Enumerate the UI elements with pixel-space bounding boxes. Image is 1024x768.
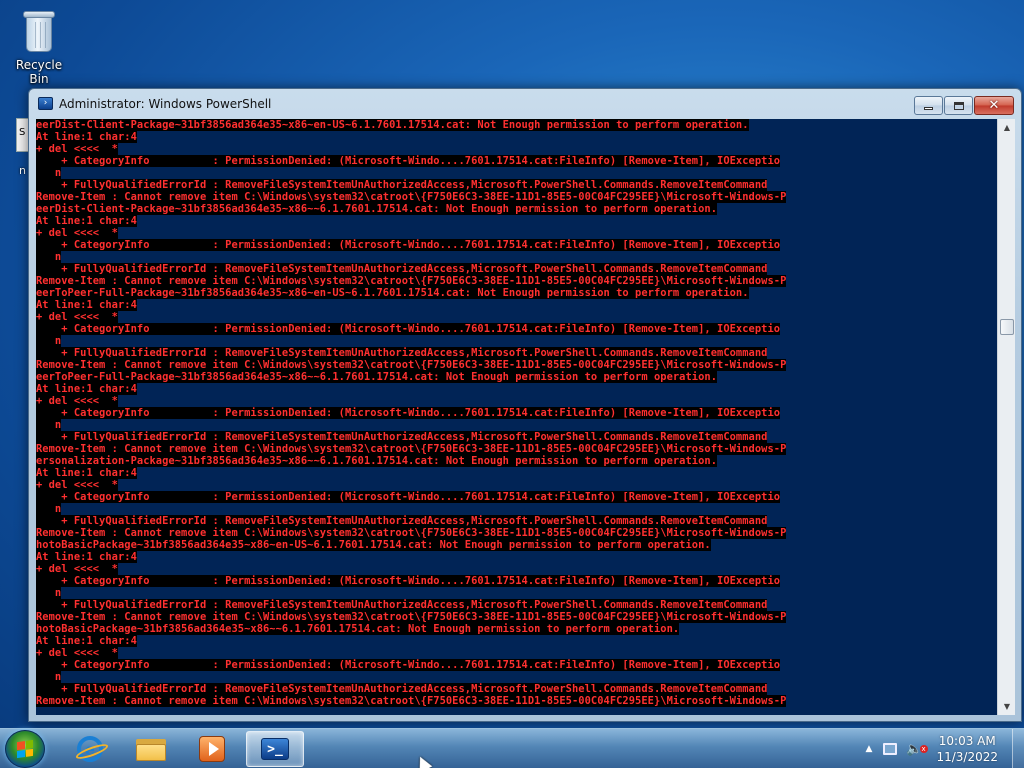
console-line: + CategoryInfo : PermissionDenied: (Micr… <box>36 323 781 335</box>
console-line: n <box>36 167 62 179</box>
start-button[interactable] <box>5 730 45 768</box>
minimize-icon <box>924 107 933 110</box>
recycle-bin-icon <box>19 6 59 54</box>
network-icon[interactable] <box>882 741 898 757</box>
console-line: hotoBasicPackage~31bf3856ad364e35~x86~~6… <box>36 623 680 635</box>
mute-mark-icon: x <box>919 744 928 753</box>
console-line: + CategoryInfo : PermissionDenied: (Micr… <box>36 239 781 251</box>
console-line: + CategoryInfo : PermissionDenied: (Micr… <box>36 491 781 503</box>
console-line: At line:1 char:4 <box>36 131 137 143</box>
windows-logo-icon <box>17 739 33 759</box>
console-line: Remove-Item : Cannot remove item C:\Wind… <box>36 611 787 623</box>
console-line: + CategoryInfo : PermissionDenied: (Micr… <box>36 659 781 671</box>
powershell-icon: >_ <box>261 738 289 760</box>
console-line: + FullyQualifiedErrorId : RemoveFileSyst… <box>36 347 768 359</box>
close-icon: ✕ <box>988 98 1000 113</box>
console-line: + FullyQualifiedErrorId : RemoveFileSyst… <box>36 599 768 611</box>
scrollbar-thumb[interactable] <box>1000 319 1014 335</box>
console-line: eerToPeer-Full-Package~31bf3856ad364e35~… <box>36 371 718 383</box>
taskbar-media-player[interactable] <box>183 731 241 767</box>
clock-time: 10:03 AM <box>938 734 996 748</box>
desktop-icon-recycle-bin[interactable]: Recycle Bin <box>6 6 72 86</box>
console-line: eerToPeer-Full-Package~31bf3856ad364e35~… <box>36 287 749 299</box>
console-line: At line:1 char:4 <box>36 467 137 479</box>
console-line: n <box>36 587 62 599</box>
desktop-icon-label: Recycle Bin <box>15 58 63 86</box>
console-lines: eerDist-Client-Package~31bf3856ad364e35~… <box>36 119 997 707</box>
powershell-icon[interactable]: › <box>38 97 53 110</box>
console-line: At line:1 char:4 <box>36 215 137 227</box>
background-icon-label-fragment: n <box>19 164 26 177</box>
console-line: n <box>36 503 62 515</box>
console-line: At line:1 char:4 <box>36 299 137 311</box>
show-hidden-icons-chevron-icon[interactable]: ▲ <box>866 744 873 754</box>
console-line: hotoBasicPackage~31bf3856ad364e35~x86~en… <box>36 539 711 551</box>
console-line: n <box>36 671 62 683</box>
vertical-scrollbar[interactable]: ▲ ▼ <box>997 119 1015 715</box>
show-desktop-button[interactable] <box>1012 729 1024 768</box>
console-line: + FullyQualifiedErrorId : RemoveFileSyst… <box>36 683 768 695</box>
console-line: Remove-Item : Cannot remove item C:\Wind… <box>36 695 787 707</box>
minimize-button[interactable] <box>914 96 943 115</box>
console-line: At line:1 char:4 <box>36 551 137 563</box>
console-line: + FullyQualifiedErrorId : RemoveFileSyst… <box>36 431 768 443</box>
clock-date: 11/3/2022 <box>936 750 998 764</box>
media-player-icon <box>199 736 225 762</box>
console-line: eerDist-Client-Package~31bf3856ad364e35~… <box>36 203 718 215</box>
folder-icon <box>136 737 166 761</box>
console-line: + CategoryInfo : PermissionDenied: (Micr… <box>36 575 781 587</box>
console-line: At line:1 char:4 <box>36 383 137 395</box>
console-line: + del <<<< * <box>36 647 118 659</box>
volume-muted-icon[interactable]: 🔈 x <box>906 741 928 757</box>
console-line: n <box>36 335 62 347</box>
console-line: Remove-Item : Cannot remove item C:\Wind… <box>36 443 787 455</box>
console-line: + del <<<< * <box>36 311 118 323</box>
console-line: + FullyQualifiedErrorId : RemoveFileSyst… <box>36 263 768 275</box>
console-output[interactable]: eerDist-Client-Package~31bf3856ad364e35~… <box>36 119 997 715</box>
taskbar-internet-explorer[interactable]: e <box>61 731 119 767</box>
clock[interactable]: 10:03 AM 11/3/2022 <box>936 733 998 765</box>
taskbar-powershell[interactable]: >_ <box>246 731 304 767</box>
powershell-window[interactable]: › Administrator: Windows PowerShell ✕ ee… <box>28 88 1022 722</box>
close-button[interactable]: ✕ <box>974 96 1014 115</box>
console-line: + FullyQualifiedErrorId : RemoveFileSyst… <box>36 179 768 191</box>
console-line: n <box>36 419 62 431</box>
console-line: Remove-Item : Cannot remove item C:\Wind… <box>36 527 787 539</box>
maximize-icon <box>953 101 964 110</box>
taskbar: e >_ ▲ 🔈 x 10:03 AM 11/3/2022 <box>0 728 1024 768</box>
scroll-down-arrow-icon[interactable]: ▼ <box>998 698 1016 715</box>
console-line: Remove-Item : Cannot remove item C:\Wind… <box>36 275 787 287</box>
console-line: Remove-Item : Cannot remove item C:\Wind… <box>36 191 787 203</box>
console-line: + CategoryInfo : PermissionDenied: (Micr… <box>36 155 781 167</box>
taskbar-windows-explorer[interactable] <box>122 731 180 767</box>
console-line: ersonalization-Package~31bf3856ad364e35~… <box>36 455 718 467</box>
background-window-text: S <box>19 127 26 138</box>
console-line: + del <<<< * <box>36 227 118 239</box>
system-tray: ▲ 🔈 x 10:03 AM 11/3/2022 <box>866 729 1024 768</box>
maximize-button[interactable] <box>944 96 973 115</box>
window-title: Administrator: Windows PowerShell <box>59 97 272 111</box>
console-line: + del <<<< * <box>36 479 118 491</box>
console-line: Remove-Item : Cannot remove item C:\Wind… <box>36 359 787 371</box>
console-line: + FullyQualifiedErrorId : RemoveFileSyst… <box>36 515 768 527</box>
console-line: eerDist-Client-Package~31bf3856ad364e35~… <box>36 119 749 131</box>
scroll-up-arrow-icon[interactable]: ▲ <box>998 119 1016 136</box>
console-line: n <box>36 251 62 263</box>
console-line: + CategoryInfo : PermissionDenied: (Micr… <box>36 407 781 419</box>
console-line: + del <<<< * <box>36 563 118 575</box>
console-line: + del <<<< * <box>36 143 118 155</box>
console-line: + del <<<< * <box>36 395 118 407</box>
window-titlebar[interactable]: › Administrator: Windows PowerShell ✕ <box>29 89 1021 119</box>
caption-buttons: ✕ <box>913 96 1014 115</box>
console-line: At line:1 char:4 <box>36 635 137 647</box>
internet-explorer-icon: e <box>74 736 110 762</box>
